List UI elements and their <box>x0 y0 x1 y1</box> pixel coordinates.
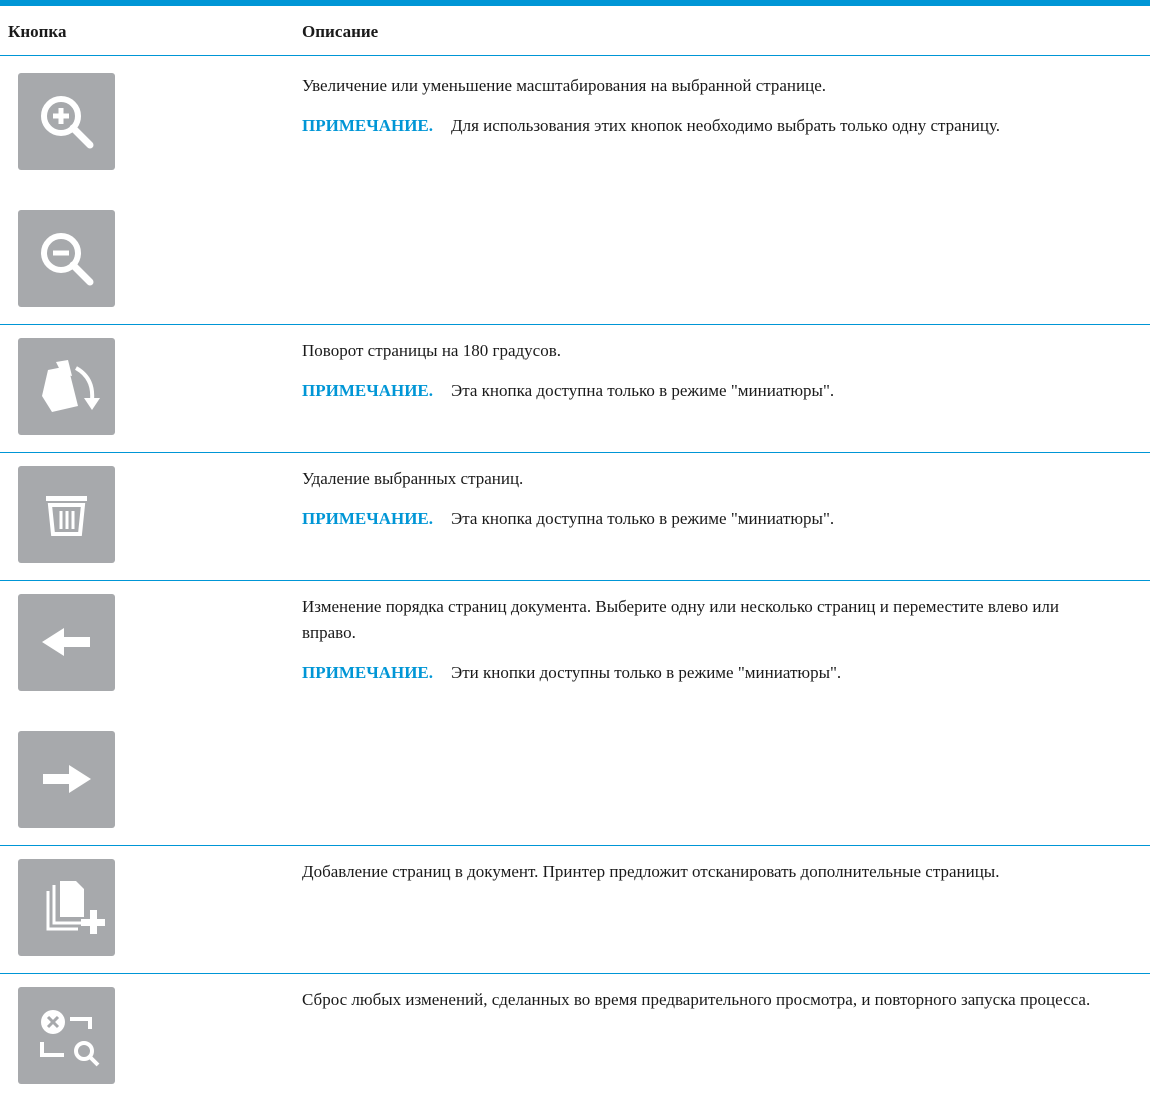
header-divider <box>0 55 1150 56</box>
move-right-button[interactable] <box>18 731 115 828</box>
row-description: Сброс любых изменений, сделанных во врем… <box>302 987 1102 1027</box>
row-divider <box>0 845 1150 846</box>
row-divider <box>0 580 1150 581</box>
move-left-button[interactable] <box>18 594 115 691</box>
note-label: ПРИМЕЧАНИЕ. <box>302 509 434 528</box>
row-divider <box>0 973 1150 974</box>
zoom-out-icon <box>41 233 94 286</box>
row-description: Поворот страницы на 180 градусов. ПРИМЕЧ… <box>302 338 1102 418</box>
note-label: ПРИМЕЧАНИЕ. <box>302 116 434 135</box>
note: ПРИМЕЧАНИЕ. Для использования этих кнопок… <box>302 113 1102 139</box>
row-divider <box>0 324 1150 325</box>
note-text: Эти кнопки доступны только в режиме "мин… <box>451 663 842 682</box>
zoom-in-button[interactable] <box>18 73 115 170</box>
description-text: Поворот страницы на 180 градусов. <box>302 341 561 360</box>
description-text: Сброс любых изменений, сделанных во врем… <box>302 990 1091 1009</box>
column-header-button: Кнопка <box>8 22 67 41</box>
note-label: ПРИМЕЧАНИЕ. <box>302 663 434 682</box>
reset-preview-icon <box>40 1010 100 1067</box>
zoom-in-icon <box>41 96 94 149</box>
description-text: Удаление выбранных страниц. <box>302 469 524 488</box>
arrow-left-icon <box>42 628 90 656</box>
rotate-button[interactable] <box>18 338 115 435</box>
delete-button[interactable] <box>18 466 115 563</box>
rotate-page-icon <box>42 360 100 412</box>
note-text: Для использования этих кнопок необходимо… <box>451 116 1001 135</box>
table-header: Кнопка Описание <box>0 6 1150 55</box>
note-text: Эта кнопка доступна только в режиме "мин… <box>451 509 835 528</box>
add-pages-button[interactable] <box>18 859 115 956</box>
row-description: Добавление страниц в документ. Принтер п… <box>302 859 1102 899</box>
trash-icon <box>46 496 87 536</box>
zoom-out-button[interactable] <box>18 210 115 307</box>
description-text: Добавление страниц в документ. Принтер п… <box>302 862 1000 881</box>
note-label: ПРИМЕЧАНИЕ. <box>302 381 434 400</box>
note: ПРИМЕЧАНИЕ. Эта кнопка доступна только в … <box>302 506 1102 532</box>
note: ПРИМЕЧАНИЕ. Эта кнопка доступна только в … <box>302 378 1102 404</box>
row-description: Удаление выбранных страниц. ПРИМЕЧАНИЕ. Э… <box>302 466 1102 546</box>
reset-preview-button[interactable] <box>18 987 115 1084</box>
add-pages-icon <box>46 881 105 934</box>
note-text: Эта кнопка доступна только в режиме "мин… <box>451 381 835 400</box>
arrow-right-icon <box>43 765 91 793</box>
column-header-description: Описание <box>302 22 379 41</box>
row-description: Увеличение или уменьшение масштабировани… <box>302 73 1102 153</box>
note: ПРИМЕЧАНИЕ. Эти кнопки доступны только в … <box>302 660 1102 686</box>
description-text: Увеличение или уменьшение масштабировани… <box>302 76 827 95</box>
description-text: Изменение порядка страниц документа. Выб… <box>302 597 1060 642</box>
row-divider <box>0 452 1150 453</box>
row-description: Изменение порядка страниц документа. Выб… <box>302 594 1102 700</box>
